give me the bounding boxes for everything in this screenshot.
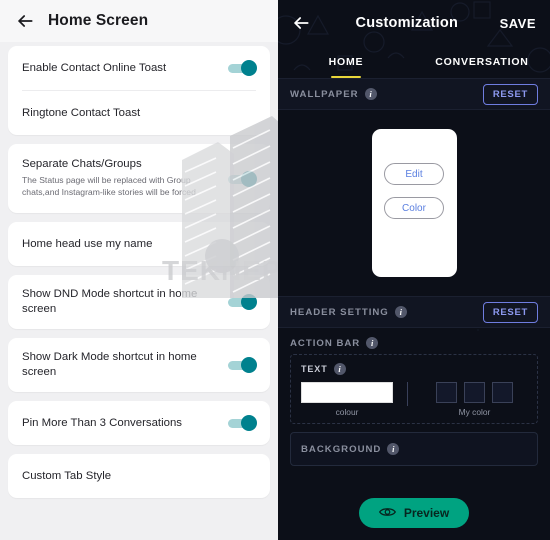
row-texts: Separate Chats/Groups The Status page wi… bbox=[22, 157, 228, 198]
settings-row[interactable]: Pin More Than 3 Conversations bbox=[8, 401, 270, 445]
vertical-separator bbox=[407, 382, 408, 406]
toggle-switch[interactable] bbox=[228, 357, 257, 373]
row-label: Show Dark Mode shortcut in home screen bbox=[22, 351, 197, 378]
row-texts: Show DND Mode shortcut in home screen bbox=[22, 287, 228, 317]
tab-conversation-label: CONVERSATION bbox=[435, 56, 529, 68]
mycolor-caption: My color bbox=[458, 407, 491, 417]
row-texts: Custom Tab Style bbox=[22, 469, 256, 484]
tab-home[interactable]: HOME bbox=[278, 46, 414, 78]
row-texts: Enable Contact Online Toast bbox=[22, 61, 228, 76]
info-icon[interactable]: i bbox=[366, 337, 379, 349]
app-screen: Home Screen Enable Contact Online Toast bbox=[0, 0, 550, 540]
wallpaper-reset-button[interactable]: RESET bbox=[482, 83, 538, 105]
wallpaper-edit-button[interactable]: Edit bbox=[384, 163, 444, 185]
settings-row[interactable]: Separate Chats/Groups The Status page wi… bbox=[8, 144, 270, 213]
info-icon[interactable]: i bbox=[394, 306, 407, 318]
mycolor-swatch[interactable] bbox=[492, 382, 513, 403]
toggle-thumb bbox=[241, 415, 257, 431]
page-title: Customization bbox=[355, 15, 459, 31]
info-icon[interactable]: i bbox=[333, 363, 346, 375]
settings-row[interactable]: Home head use my name bbox=[8, 222, 270, 266]
toggle-thumb bbox=[241, 171, 257, 187]
preview-button-wrap: Preview bbox=[278, 498, 550, 528]
action-bar-section-title: ACTION BAR bbox=[290, 337, 361, 349]
wallpaper-section-title: WALLPAPER bbox=[290, 88, 359, 100]
wallpaper-color-button[interactable]: Color bbox=[384, 197, 444, 219]
row-texts: Ringtone Contact Toast bbox=[22, 106, 256, 121]
toggle-thumb bbox=[241, 294, 257, 310]
row-label: Show DND Mode shortcut in home screen bbox=[22, 288, 198, 315]
tab-conversation[interactable]: CONVERSATION bbox=[414, 46, 550, 78]
settings-row[interactable]: Custom Tab Style bbox=[8, 454, 270, 498]
toggle-switch[interactable] bbox=[228, 171, 257, 187]
text-label-row: TEXT i bbox=[301, 363, 527, 375]
row-label: Custom Tab Style bbox=[22, 469, 112, 482]
info-icon[interactable]: i bbox=[387, 443, 400, 455]
header-setting-section-bar: HEADER SETTING i RESET bbox=[278, 296, 550, 328]
wallpaper-section-bar: WALLPAPER i RESET bbox=[278, 78, 550, 110]
toggle-switch[interactable] bbox=[228, 60, 257, 76]
home-screen-settings-panel: Home Screen Enable Contact Online Toast bbox=[0, 0, 278, 540]
wallpaper-preview-card[interactable]: Edit Color bbox=[371, 129, 457, 277]
toggle-thumb bbox=[241, 357, 257, 373]
eye-icon bbox=[378, 506, 396, 521]
row-label: Pin More Than 3 Conversations bbox=[22, 416, 182, 429]
tab-bar: HOME CONVERSATION bbox=[278, 46, 550, 78]
save-button[interactable]: SAVE bbox=[500, 16, 540, 31]
mycolor-swatch[interactable] bbox=[436, 382, 457, 403]
settings-row[interactable]: Show Dark Mode shortcut in home screen bbox=[8, 338, 270, 392]
settings-card: Home head use my name bbox=[8, 222, 270, 266]
toggle-thumb bbox=[241, 60, 257, 76]
colour-swatch[interactable] bbox=[301, 382, 393, 403]
settings-row[interactable]: Enable Contact Online Toast bbox=[8, 46, 270, 90]
row-texts: Show Dark Mode shortcut in home screen bbox=[22, 350, 228, 380]
mycolor-swatch[interactable] bbox=[464, 382, 485, 403]
background-settings-box[interactable]: BACKGROUND i bbox=[290, 432, 538, 466]
settings-row[interactable]: Ringtone Contact Toast bbox=[8, 91, 270, 135]
preview-button[interactable]: Preview bbox=[358, 498, 470, 528]
left-header: Home Screen bbox=[0, 0, 278, 42]
colour-caption: colour bbox=[335, 407, 359, 417]
row-texts: Home head use my name bbox=[22, 237, 256, 252]
mycolor-swatches bbox=[436, 382, 513, 403]
info-icon[interactable]: i bbox=[364, 88, 377, 100]
toggle-switch[interactable] bbox=[228, 415, 257, 431]
row-label: Ringtone Contact Toast bbox=[22, 106, 141, 119]
row-label: Enable Contact Online Toast bbox=[22, 61, 167, 74]
text-controls: colour My color bbox=[301, 382, 527, 417]
wallpaper-preview-area: Edit Color bbox=[278, 110, 550, 296]
action-bar-section-head: ACTION BAR i bbox=[278, 328, 550, 354]
settings-card: Enable Contact Online Toast Ringtone Con… bbox=[8, 46, 270, 135]
customization-panel: Customization SAVE HOME CONVERSATION WAL… bbox=[278, 0, 550, 540]
page-title: Home Screen bbox=[48, 12, 149, 29]
back-arrow-icon[interactable] bbox=[288, 10, 314, 36]
right-header: Customization SAVE bbox=[278, 0, 550, 46]
settings-card: Separate Chats/Groups The Status page wi… bbox=[8, 144, 270, 213]
settings-row[interactable]: Show DND Mode shortcut in home screen bbox=[8, 275, 270, 329]
row-label: Separate Chats/Groups bbox=[22, 158, 142, 170]
text-label: TEXT bbox=[301, 364, 328, 374]
row-sublabel: The Status page will be replaced with Gr… bbox=[22, 175, 196, 197]
settings-card: Custom Tab Style bbox=[8, 454, 270, 498]
settings-list: Enable Contact Online Toast Ringtone Con… bbox=[0, 42, 278, 498]
row-texts: Pin More Than 3 Conversations bbox=[22, 416, 228, 431]
settings-card: Show Dark Mode shortcut in home screen bbox=[8, 338, 270, 392]
row-label: Home head use my name bbox=[22, 237, 153, 250]
background-section-title: BACKGROUND bbox=[301, 443, 382, 455]
back-arrow-icon[interactable] bbox=[12, 8, 38, 34]
header-setting-reset-button[interactable]: RESET bbox=[482, 301, 538, 323]
settings-card: Pin More Than 3 Conversations bbox=[8, 401, 270, 445]
colour-group: colour bbox=[301, 382, 393, 417]
header-setting-section-title: HEADER SETTING bbox=[290, 306, 389, 318]
text-settings-box: TEXT i colour My color bbox=[290, 354, 538, 424]
preview-button-label: Preview bbox=[403, 506, 450, 520]
toggle-switch[interactable] bbox=[228, 294, 257, 310]
settings-card: Show DND Mode shortcut in home screen bbox=[8, 275, 270, 329]
tab-home-label: HOME bbox=[328, 56, 364, 68]
mycolor-group: My color bbox=[422, 382, 527, 417]
